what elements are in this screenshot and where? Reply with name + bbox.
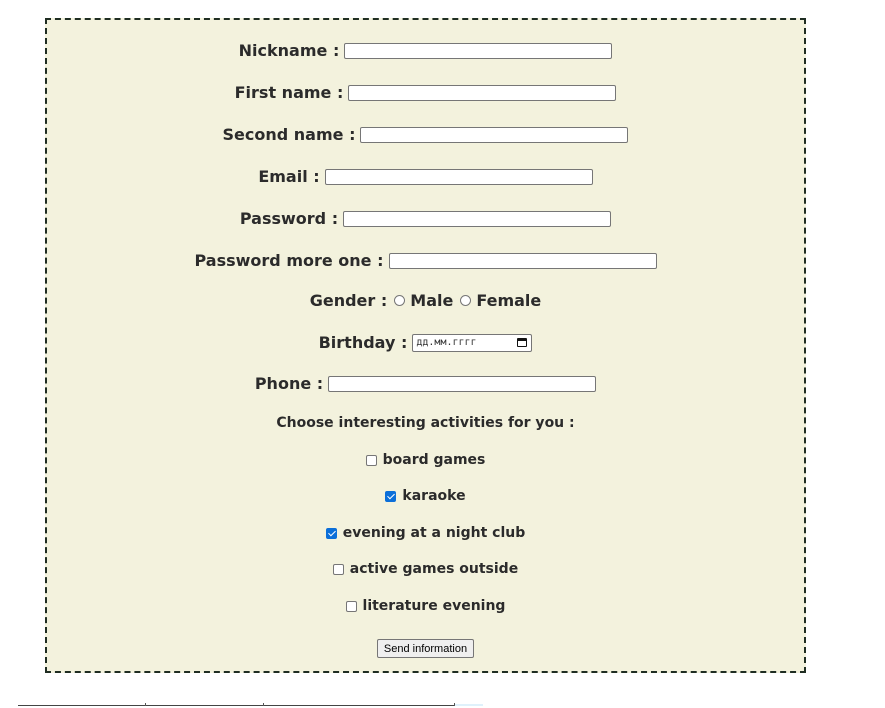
activities-title: Choose interesting activities for you : — [276, 415, 575, 431]
activity-checkbox-active-games[interactable] — [332, 563, 344, 575]
birthday-placeholder: дд.мм.гггг — [416, 337, 477, 348]
phone-input[interactable] — [328, 375, 597, 392]
activity-label: evening at a night club — [342, 525, 526, 541]
send-information-button[interactable]: Send information — [376, 639, 475, 658]
second-name-input[interactable] — [360, 126, 629, 143]
password-repeat-row: Password more one : — [47, 251, 804, 270]
activity-label: board games — [382, 452, 486, 468]
activity-row: karaoke — [47, 488, 804, 504]
activity-row: board games — [47, 452, 804, 468]
activities-title-row: Choose interesting activities for you : — [47, 415, 804, 431]
birthday-date-input[interactable]: дд.мм.гггг — [412, 333, 533, 352]
gender-row: Gender : Male Female — [47, 291, 804, 310]
gender-female-label: Female — [476, 291, 542, 310]
email-input[interactable] — [324, 168, 593, 185]
calendar-icon[interactable] — [517, 338, 528, 347]
password-repeat-label: Password more one : — [194, 251, 384, 270]
first-name-row: First name : — [47, 83, 804, 102]
activity-checkbox-karaoke[interactable] — [385, 490, 397, 502]
birthday-label: Birthday : — [318, 333, 408, 352]
phone-label: Phone : — [254, 374, 324, 393]
activity-checkbox-literature-evening[interactable] — [345, 600, 357, 612]
password-label: Password : — [239, 209, 339, 228]
registration-form: Nickname : First name : Second name : Em… — [45, 18, 806, 673]
submit-row: Send information — [47, 639, 804, 658]
gender-male-label: Male — [410, 291, 454, 310]
activity-row: active games outside — [47, 561, 804, 577]
email-label: Email : — [258, 167, 320, 186]
second-name-label: Second name : — [222, 125, 356, 144]
birthday-row: Birthday : дд.мм.гггг — [47, 333, 804, 352]
activity-label: literature evening — [362, 598, 506, 614]
gender-female-radio[interactable] — [460, 295, 472, 306]
activity-checkbox-night-club[interactable] — [325, 527, 337, 539]
first-name-input[interactable] — [348, 84, 617, 101]
nickname-input[interactable] — [344, 42, 613, 59]
password-repeat-input[interactable] — [388, 252, 657, 269]
bottom-table-edge — [18, 703, 483, 706]
gender-label: Gender : — [309, 291, 388, 310]
activity-row: evening at a night club — [47, 525, 804, 541]
email-row: Email : — [47, 167, 804, 186]
password-input[interactable] — [343, 210, 612, 227]
gender-male-radio[interactable] — [394, 295, 406, 306]
first-name-label: First name : — [234, 83, 344, 102]
nickname-label: Nickname : — [238, 41, 340, 60]
activity-checkbox-board-games[interactable] — [365, 454, 377, 466]
activity-label: karaoke — [402, 488, 466, 504]
second-name-row: Second name : — [47, 125, 804, 144]
activity-row: literature evening — [47, 598, 804, 614]
password-row: Password : — [47, 209, 804, 228]
nickname-row: Nickname : — [47, 41, 804, 60]
activity-label: active games outside — [349, 561, 519, 577]
phone-row: Phone : — [47, 374, 804, 393]
